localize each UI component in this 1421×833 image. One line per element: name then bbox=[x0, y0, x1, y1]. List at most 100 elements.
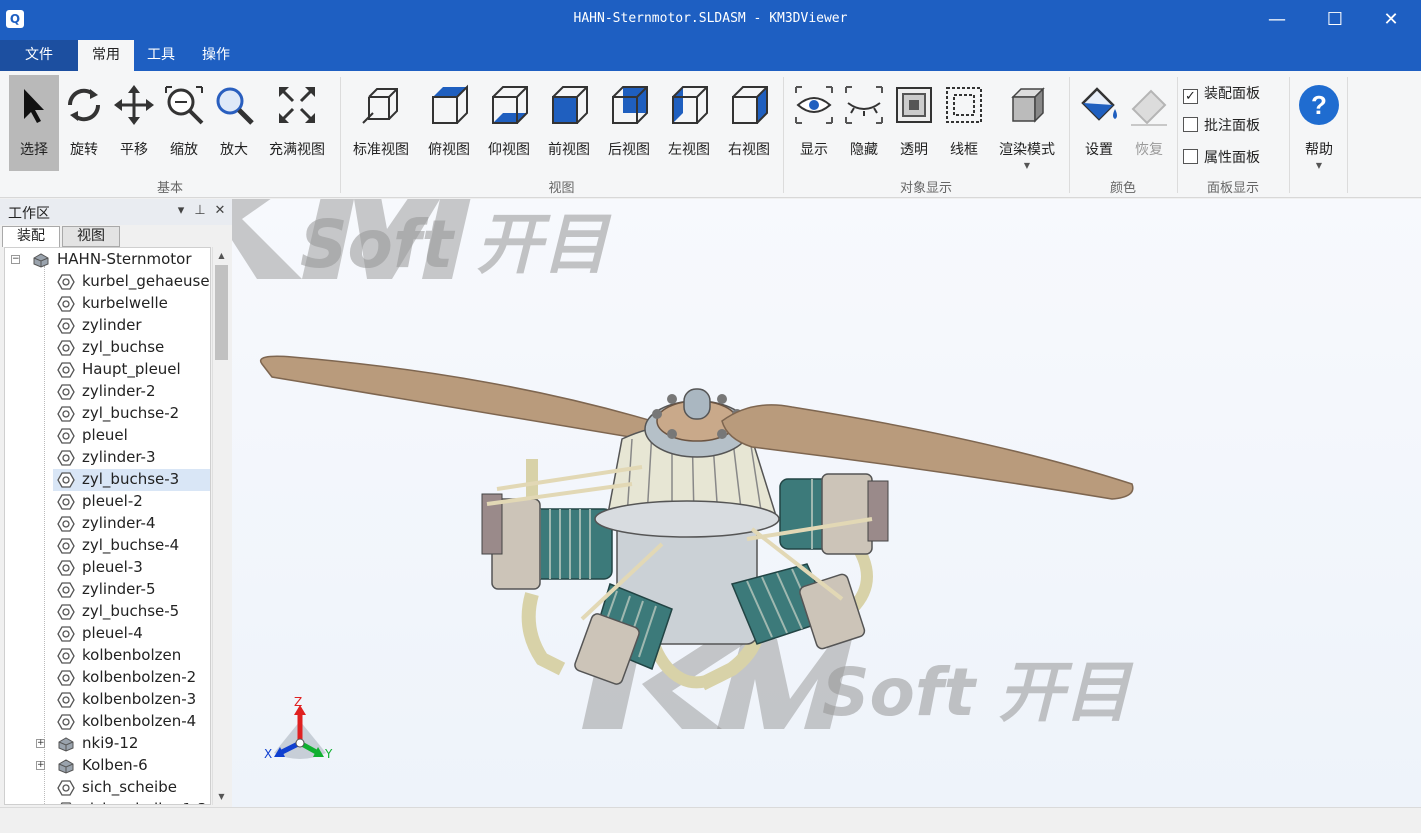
engine-model[interactable] bbox=[232, 199, 1421, 807]
tree-item[interactable]: Haupt_pleuel bbox=[5, 359, 210, 381]
wireframe-label: 线框 bbox=[950, 142, 978, 158]
assembly-tree[interactable]: − HAHN-Sternmotor kurbel_gehaeuse kurbelw… bbox=[4, 247, 211, 805]
tab-views[interactable]: 视图 bbox=[62, 226, 120, 247]
paint-bucket-icon bbox=[1081, 87, 1117, 121]
tree-item-label: zyl_buchse-2 bbox=[82, 404, 180, 422]
expand-icon[interactable]: + bbox=[36, 761, 45, 770]
assembly-icon bbox=[58, 737, 74, 752]
tree-item[interactable]: zyl_buchse-5 bbox=[5, 601, 210, 623]
tree-item-label: zylinder bbox=[82, 316, 142, 334]
axis-x-label: X bbox=[264, 747, 273, 761]
3d-viewport[interactable]: Soft 开目 Soft 开目 Z Y X bbox=[232, 199, 1421, 807]
transparency-icon bbox=[896, 87, 932, 123]
transparent-label: 透明 bbox=[900, 142, 928, 158]
tree-scrollbar[interactable]: ▲ ▼ bbox=[212, 247, 229, 805]
tree-item[interactable]: pleuel-2 bbox=[5, 491, 210, 513]
expand-icon[interactable]: + bbox=[36, 739, 45, 748]
pin-icon[interactable]: ⊥ bbox=[191, 202, 209, 220]
tree-root-label: HAHN-Sternmotor bbox=[57, 250, 192, 268]
assembly-icon bbox=[58, 759, 74, 774]
chevron-down-icon: ▼ bbox=[1023, 161, 1031, 170]
assembly-icon bbox=[33, 253, 49, 268]
tree-item[interactable]: kurbel_gehaeuse bbox=[5, 271, 210, 293]
select-button[interactable]: 选择 bbox=[9, 75, 59, 171]
tab-common[interactable]: 常用 bbox=[78, 40, 134, 71]
right-view-button[interactable]: 右视图 bbox=[723, 75, 775, 171]
tree-item[interactable]: zylinder-4 bbox=[5, 513, 210, 535]
transparent-button[interactable]: 透明 bbox=[890, 75, 938, 171]
hide-button[interactable]: 隐藏 bbox=[840, 75, 888, 171]
render-mode-label: 渲染模式 bbox=[999, 142, 1055, 158]
scroll-down-icon[interactable]: ▼ bbox=[213, 788, 230, 805]
tree-item[interactable]: + Kolben-6 bbox=[5, 755, 210, 777]
checkbox-checked-icon: ✓ bbox=[1183, 89, 1198, 104]
tree-item[interactable]: zylinder-2 bbox=[5, 381, 210, 403]
tree-item[interactable]: kolbenbolzen-3 bbox=[5, 689, 210, 711]
tree-item[interactable]: kurbelwelle bbox=[5, 293, 210, 315]
left-view-button[interactable]: 左视图 bbox=[663, 75, 715, 171]
part-icon bbox=[57, 560, 75, 576]
part-icon bbox=[57, 450, 75, 466]
color-set-button[interactable]: 设置 bbox=[1075, 75, 1123, 171]
tree-item[interactable]: zylinder-3 bbox=[5, 447, 210, 469]
chevron-down-icon[interactable]: ▾ bbox=[172, 202, 190, 220]
part-icon bbox=[57, 362, 75, 378]
assembly-panel-label: 装配面板 bbox=[1204, 86, 1260, 102]
standard-view-button[interactable]: 标准视图 bbox=[348, 75, 414, 171]
maximize-button[interactable]: ☐ bbox=[1306, 0, 1364, 40]
magnify-button[interactable]: 放大 bbox=[211, 75, 257, 171]
tree-root[interactable]: − HAHN-Sternmotor bbox=[5, 249, 210, 271]
tree-item[interactable]: + nki9-12 bbox=[5, 733, 210, 755]
scroll-thumb[interactable] bbox=[215, 265, 228, 360]
bottom-view-button[interactable]: 仰视图 bbox=[483, 75, 535, 171]
annotation-panel-label: 批注面板 bbox=[1204, 118, 1260, 134]
scroll-up-icon[interactable]: ▲ bbox=[213, 247, 230, 264]
tree-item[interactable]: zyl_buchse bbox=[5, 337, 210, 359]
zoom-button[interactable]: 缩放 bbox=[161, 75, 207, 171]
tree-item[interactable]: kolbenbolzen-4 bbox=[5, 711, 210, 733]
tree-item[interactable]: pleuel-3 bbox=[5, 557, 210, 579]
wireframe-button[interactable]: 线框 bbox=[940, 75, 988, 171]
menu-bar: 文件 常用 工具 操作 bbox=[0, 40, 1421, 71]
tree-item[interactable]: kolbenbolzen bbox=[5, 645, 210, 667]
top-view-button[interactable]: 俯视图 bbox=[423, 75, 475, 171]
tab-assembly[interactable]: 装配 bbox=[2, 226, 60, 247]
minimize-button[interactable]: — bbox=[1248, 0, 1306, 40]
tree-item[interactable]: pleuel-4 bbox=[5, 623, 210, 645]
tab-operations[interactable]: 操作 bbox=[188, 40, 244, 71]
tree-item[interactable]: zyl_buchse-3 bbox=[5, 469, 210, 491]
pan-button[interactable]: 平移 bbox=[111, 75, 157, 171]
fit-view-button[interactable]: 充满视图 bbox=[263, 75, 331, 171]
annotation-panel-checkbox[interactable]: 批注面板 bbox=[1183, 115, 1260, 137]
tree-item-label: kolbenbolzen-2 bbox=[82, 668, 197, 686]
color-restore-button[interactable]: 恢复 bbox=[1125, 75, 1173, 171]
tree-item[interactable]: zylinder bbox=[5, 315, 210, 337]
tree-item-label: zylinder-2 bbox=[82, 382, 156, 400]
tree-item[interactable]: pleuel bbox=[5, 425, 210, 447]
assembly-panel-checkbox[interactable]: ✓ 装配面板 bbox=[1183, 83, 1260, 105]
tree-item[interactable]: sich_scheibe-1-3 bbox=[5, 799, 210, 804]
front-view-button[interactable]: 前视图 bbox=[543, 75, 595, 171]
tree-item[interactable]: sich_scheibe bbox=[5, 777, 210, 799]
tab-tools[interactable]: 工具 bbox=[133, 40, 189, 71]
group-divider bbox=[1177, 77, 1178, 193]
tree-item-label: kolbenbolzen-4 bbox=[82, 712, 197, 730]
render-mode-button[interactable]: 渲染模式 ▼ bbox=[993, 75, 1061, 171]
tree-item[interactable]: kolbenbolzen-2 bbox=[5, 667, 210, 689]
tree-item[interactable]: zylinder-5 bbox=[5, 579, 210, 601]
collapse-icon[interactable]: − bbox=[11, 255, 20, 264]
back-view-button[interactable]: 后视图 bbox=[603, 75, 655, 171]
close-icon[interactable]: ✕ bbox=[211, 202, 229, 220]
help-button[interactable]: ? 帮助 ▼ bbox=[1294, 75, 1344, 171]
part-icon bbox=[60, 802, 72, 804]
close-button[interactable]: ✕ bbox=[1362, 0, 1420, 40]
rotate-label: 旋转 bbox=[70, 142, 98, 158]
tree-item[interactable]: zyl_buchse-4 bbox=[5, 535, 210, 557]
rotate-button[interactable]: 旋转 bbox=[61, 75, 107, 171]
property-panel-checkbox[interactable]: 属性面板 bbox=[1183, 147, 1260, 169]
menu-file[interactable]: 文件 bbox=[0, 40, 78, 71]
show-button[interactable]: 显示 bbox=[790, 75, 838, 171]
tree-item-label: pleuel-2 bbox=[82, 492, 143, 510]
left-view-label: 左视图 bbox=[668, 142, 710, 158]
tree-item[interactable]: zyl_buchse-2 bbox=[5, 403, 210, 425]
